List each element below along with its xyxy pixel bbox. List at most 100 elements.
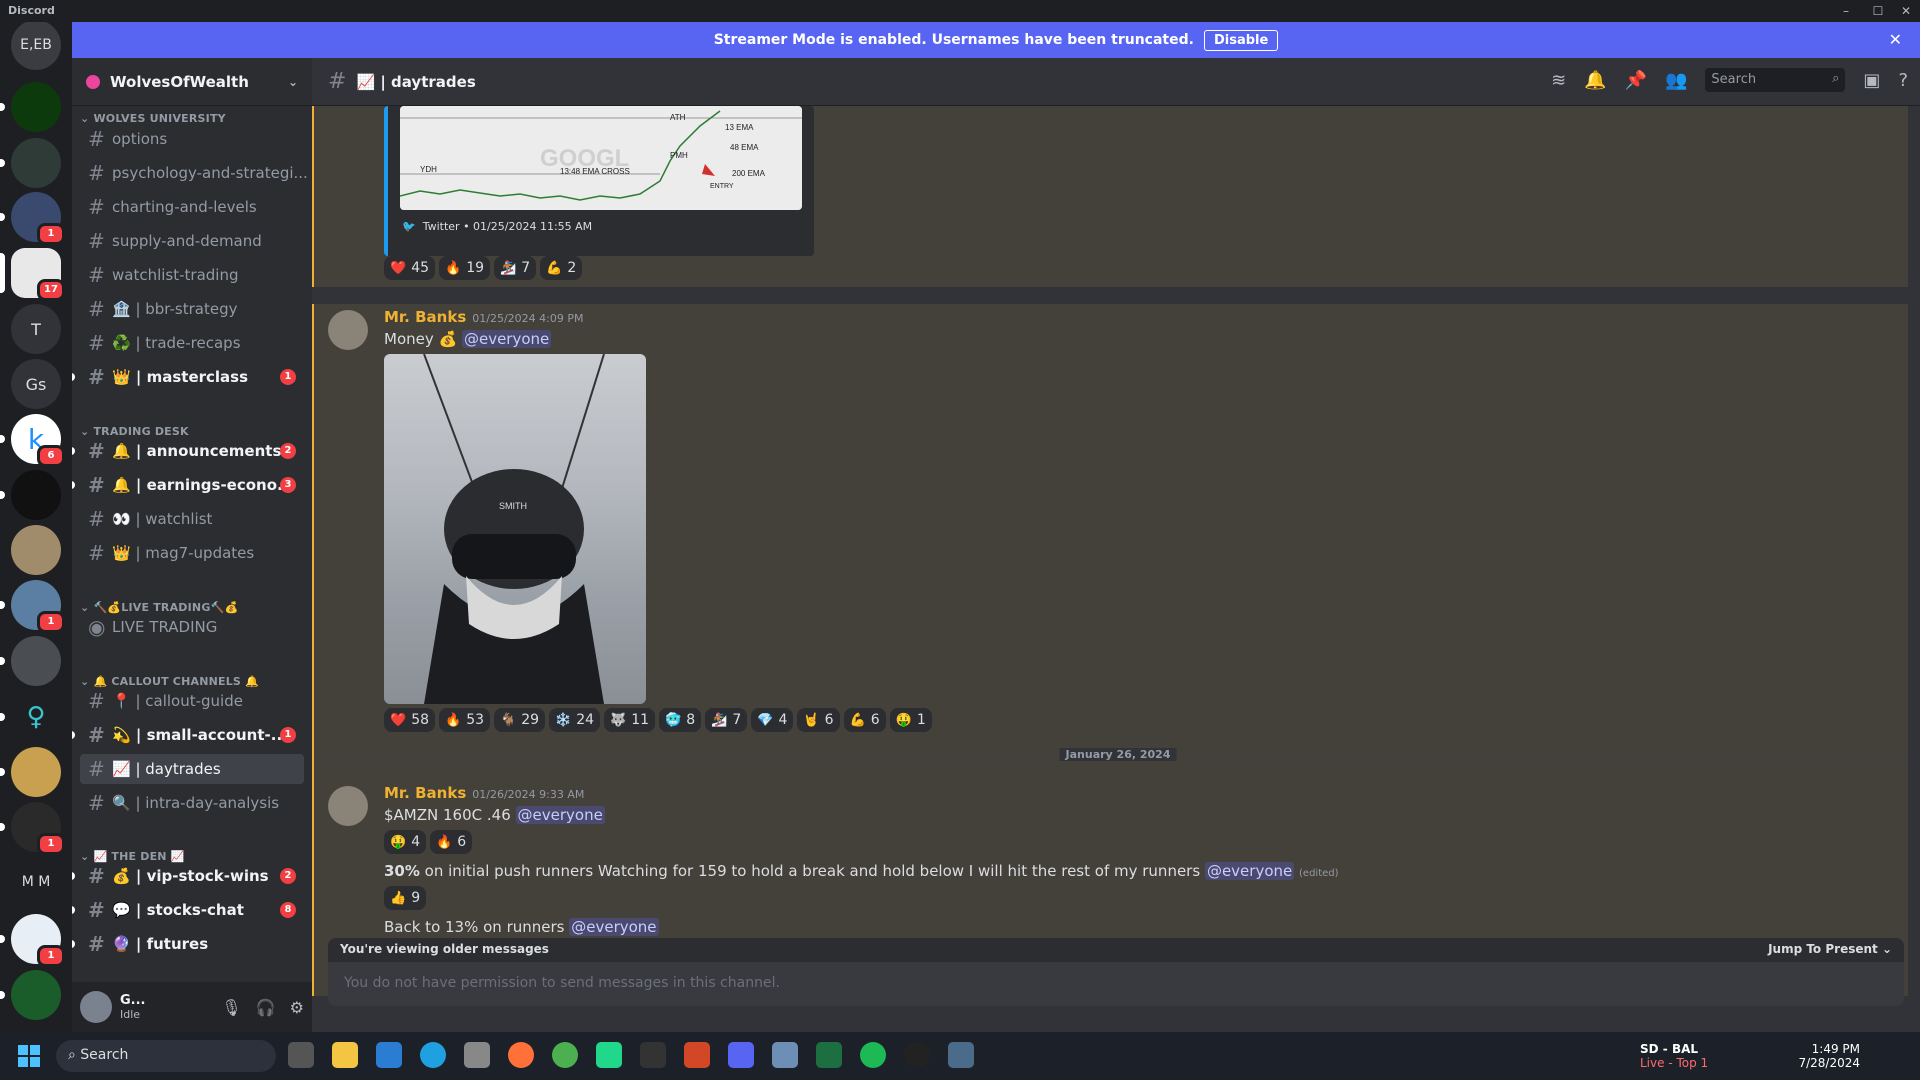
- app-icon[interactable]: [640, 1042, 666, 1068]
- reaction-button[interactable]: ❤️ 58: [384, 708, 436, 732]
- server-icon[interactable]: 1: [0, 802, 65, 855]
- channel-recaps[interactable]: # ♻️ | trade-recaps: [80, 328, 304, 358]
- inbox-icon[interactable]: ▣: [1863, 70, 1880, 91]
- everyone-mention[interactable]: @everyone: [461, 330, 552, 348]
- message-author[interactable]: Mr. Banks 01/25/2024 4:09 PM: [384, 308, 583, 326]
- reaction-button[interactable]: 🥶 8: [659, 708, 702, 732]
- minimize-icon[interactable]: –: [1834, 2, 1858, 20]
- app-icon[interactable]: [948, 1042, 974, 1068]
- members-icon[interactable]: 👥: [1665, 70, 1687, 91]
- server-icon[interactable]: 17: [0, 248, 65, 301]
- reaction-button[interactable]: 🐺 11: [604, 708, 656, 732]
- reaction-button[interactable]: 💪 2: [540, 256, 583, 280]
- clock[interactable]: 1:49 PM 7/28/2024: [1780, 1042, 1860, 1070]
- app-icon[interactable]: [772, 1042, 798, 1068]
- reaction-button[interactable]: ❤️ 45: [384, 256, 436, 280]
- reaction-button[interactable]: 🤑 1: [889, 708, 932, 732]
- file-explorer-icon[interactable]: [332, 1042, 358, 1068]
- server-icon[interactable]: [0, 470, 61, 520]
- firefox-icon[interactable]: [508, 1042, 534, 1068]
- everyone-mention[interactable]: @everyone: [515, 806, 605, 824]
- headphones-icon[interactable]: 🎧: [256, 998, 276, 1017]
- windows-start-icon[interactable]: [18, 1045, 40, 1067]
- guild-header[interactable]: WolvesOfWealth ⌄: [72, 58, 312, 106]
- channel-futures[interactable]: # 🔮 | futures: [72, 929, 304, 959]
- channel-vip[interactable]: # 💰 | vip-stock-wins 2: [72, 861, 304, 891]
- jump-to-present-button[interactable]: Jump To Present ⌄: [1768, 942, 1892, 956]
- channel-mag7[interactable]: # 👑 | mag7-updates: [80, 538, 304, 568]
- channel-masterclass[interactable]: # 👑 | masterclass 1: [72, 362, 304, 392]
- channel-watchlist[interactable]: # 👀 | watchlist: [80, 504, 304, 534]
- app-icon[interactable]: [464, 1042, 490, 1068]
- reaction-button[interactable]: 🏂 7: [705, 708, 748, 732]
- everyone-mention[interactable]: @everyone: [1204, 862, 1295, 880]
- channel-psychology[interactable]: # psychology-and-strategi...: [80, 158, 308, 188]
- channel-daytrades[interactable]: # 📈 | daytrades: [80, 754, 304, 784]
- server-icon[interactable]: [0, 138, 61, 188]
- bell-icon[interactable]: 🔔: [1584, 70, 1606, 91]
- server-icon[interactable]: 1: [0, 192, 65, 245]
- reaction-button[interactable]: 🏂 7: [494, 256, 537, 280]
- reaction-button[interactable]: ❄️ 24: [549, 708, 601, 732]
- channel-announcements[interactable]: # 🔔 | announcements 2: [72, 436, 304, 466]
- server-icon[interactable]: T: [11, 304, 61, 354]
- task-view-icon[interactable]: [288, 1042, 314, 1068]
- tray-score[interactable]: SD - BAL Live - Top 1: [1640, 1042, 1708, 1070]
- channel-live-trading[interactable]: ◉ LIVE TRADING: [80, 612, 304, 642]
- server-icon[interactable]: ♀: [0, 692, 61, 742]
- close-window-icon[interactable]: ✕: [1894, 2, 1918, 20]
- reaction-button[interactable]: 👍 9: [384, 886, 427, 910]
- server-icon[interactable]: 1: [0, 914, 65, 967]
- pycharm-icon[interactable]: [596, 1042, 622, 1068]
- gear-icon[interactable]: ⚙: [290, 998, 304, 1017]
- taskbar-search[interactable]: ⌕ Search: [56, 1040, 276, 1072]
- server-icon[interactable]: [0, 747, 61, 797]
- everyone-mention[interactable]: @everyone: [569, 918, 659, 936]
- discord-icon[interactable]: [728, 1042, 754, 1068]
- reaction-button[interactable]: 💪 6: [843, 708, 886, 732]
- reaction-button[interactable]: 🐐 29: [494, 708, 546, 732]
- channel-stocks-chat[interactable]: # 💬 | stocks-chat 8: [72, 895, 304, 925]
- channel-options[interactable]: # options: [80, 124, 304, 154]
- reaction-button[interactable]: 🤘 6: [797, 708, 840, 732]
- reaction-button[interactable]: 💎 4: [751, 708, 794, 732]
- channel-watchlist-trading[interactable]: # watchlist-trading: [80, 260, 304, 290]
- edge-icon[interactable]: [420, 1042, 446, 1068]
- channel-bbr[interactable]: # 🏦 | bbr-strategy: [80, 294, 304, 324]
- reaction-button[interactable]: 🔥 19: [439, 256, 491, 280]
- chevron-down-icon[interactable]: ⌄: [288, 75, 298, 89]
- server-icon[interactable]: [0, 970, 61, 1020]
- message-author[interactable]: Mr. Banks 01/26/2024 9:33 AM: [384, 784, 584, 802]
- server-icon[interactable]: Gs: [11, 359, 61, 409]
- channel-supply[interactable]: # supply-and-demand: [80, 226, 304, 256]
- help-icon[interactable]: ?: [1898, 70, 1908, 91]
- server-icon[interactable]: [0, 636, 61, 686]
- channel-intraday[interactable]: # 🔍 | intra-day-analysis: [80, 788, 304, 818]
- reaction-button[interactable]: 🔥 53: [439, 708, 491, 732]
- microphone-icon[interactable]: 🎙: [221, 998, 241, 1017]
- pin-icon[interactable]: 📌: [1625, 70, 1647, 91]
- channel-charting[interactable]: # charting-and-levels: [80, 192, 304, 222]
- channel-callout-guide[interactable]: # 📍 | callout-guide: [80, 686, 304, 716]
- threads-icon[interactable]: ≋: [1551, 70, 1566, 91]
- powerpoint-icon[interactable]: [684, 1042, 710, 1068]
- close-banner-icon[interactable]: ✕: [1889, 30, 1902, 49]
- channel-earnings[interactable]: # 🔔 | earnings-econo... 3: [72, 470, 304, 500]
- server-icon[interactable]: M M: [11, 857, 61, 907]
- server-icon[interactable]: E,EB: [11, 22, 61, 70]
- search-input[interactable]: Search ⌕: [1705, 68, 1846, 92]
- author-avatar[interactable]: [328, 310, 368, 350]
- server-icon[interactable]: k6: [0, 414, 65, 467]
- spotify-icon[interactable]: [860, 1042, 886, 1068]
- server-icon[interactable]: [11, 525, 61, 575]
- disable-streamer-button[interactable]: Disable: [1203, 29, 1279, 51]
- photo-attachment[interactable]: SMITH: [384, 354, 646, 704]
- chrome-icon[interactable]: [552, 1042, 578, 1068]
- avatar[interactable]: [80, 991, 112, 1023]
- reaction-button[interactable]: 🔥 6: [430, 830, 473, 854]
- excel-icon[interactable]: [816, 1042, 842, 1068]
- maximize-icon[interactable]: ☐: [1866, 2, 1890, 20]
- author-avatar[interactable]: [328, 786, 368, 826]
- channel-small-account[interactable]: # 💫 | small-account-... 1: [72, 720, 304, 750]
- chart-image[interactable]: GOOGL ATH 13 EMA 48 EMA 200 EMA PMH YDH …: [400, 106, 802, 210]
